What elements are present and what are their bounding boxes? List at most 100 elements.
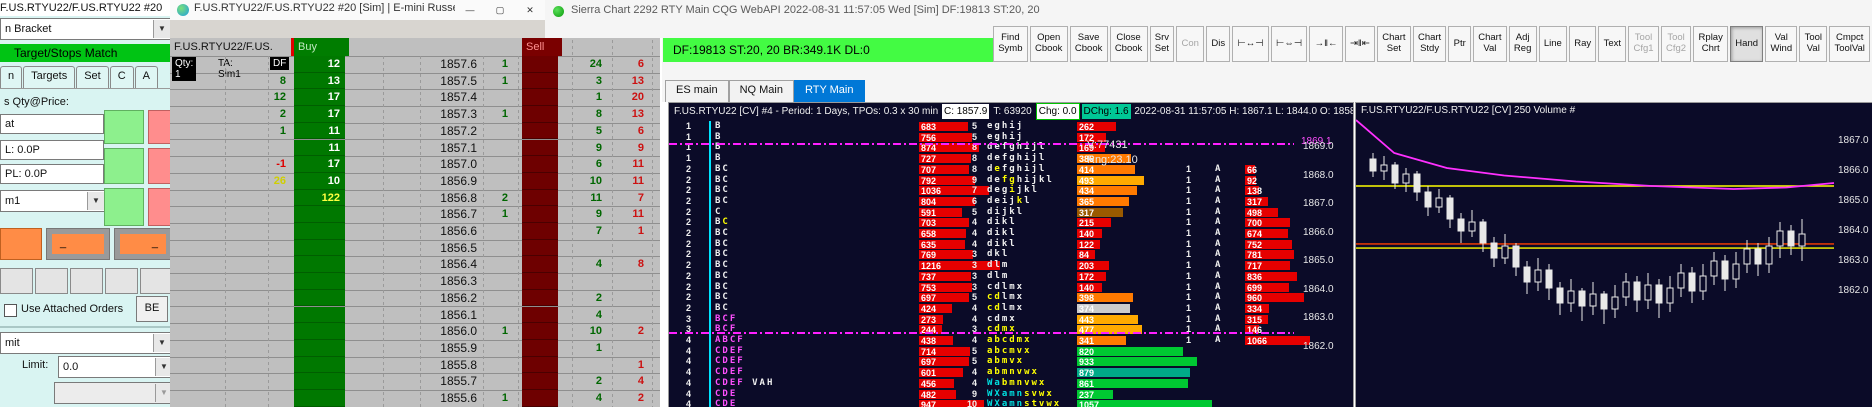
quick-button-4[interactable]	[105, 268, 138, 294]
sell-depth-cell[interactable]	[522, 323, 558, 340]
toolbar-button-val-wind[interactable]: Val Wind	[1765, 26, 1798, 62]
buy-column-header[interactable]: Buy	[294, 38, 349, 56]
account-combo[interactable]: m1 ▼	[0, 190, 106, 212]
sell-quick-button-3[interactable]	[148, 188, 172, 226]
flatten-button[interactable]	[0, 228, 42, 260]
price-cell[interactable]: 1856.9	[400, 173, 477, 190]
buy-depth-cell[interactable]	[294, 339, 345, 357]
loss-input[interactable]: L: 0.0P	[0, 140, 104, 160]
buy-depth-cell[interactable]	[294, 239, 345, 257]
volume-chart-window[interactable]: F.US.RTYU22/F.US.RTYU22 [CV] 250 Volume …	[1355, 102, 1872, 407]
shrink-width-icon[interactable]: →‖←	[1309, 26, 1343, 62]
buy-quick-button-2[interactable]	[104, 148, 144, 184]
expand-width-icon[interactable]: ⊢↔⊣	[1232, 26, 1269, 62]
buy-depth-cell[interactable]: 17	[294, 89, 345, 107]
maximize-button[interactable]: ▢	[485, 0, 515, 20]
buy-depth-cell[interactable]	[294, 323, 345, 340]
order-mode-combo[interactable]: mit ▼	[0, 332, 172, 354]
sell-depth-cell[interactable]	[522, 56, 558, 73]
chevron-down-icon[interactable]: ▼	[153, 20, 170, 38]
buy-depth-cell[interactable]	[294, 306, 345, 324]
chevron-down-icon[interactable]: ▼	[87, 192, 104, 210]
price-cell[interactable]: 1857.4	[400, 89, 477, 106]
tpo-chart-window[interactable]: F.US.RTYU22 [CV] #4 - Period: 1 Days, TP…	[668, 102, 1354, 407]
buy-depth-cell[interactable]: 12	[294, 56, 345, 73]
buy-depth-cell[interactable]: 11	[294, 139, 345, 157]
buy-depth-cell[interactable]	[294, 273, 345, 290]
toolbar-button-close-cbook[interactable]: Close Cbook	[1109, 26, 1148, 62]
sell-depth-cell[interactable]	[522, 139, 558, 157]
limit-price-combo[interactable]: 0.0 ▼	[58, 356, 174, 378]
price-cell[interactable]: 1857.2	[400, 123, 477, 140]
sell-depth-cell[interactable]	[522, 72, 558, 90]
price-cell[interactable]: 1856.5	[400, 240, 477, 257]
sell-depth-cell[interactable]	[522, 172, 558, 190]
price-cell[interactable]: 1855.9	[400, 340, 477, 357]
price-cell[interactable]: 1855.6	[400, 390, 477, 407]
trade-tab-n[interactable]: n	[0, 66, 23, 88]
toolbar-button-line[interactable]: Line	[1538, 26, 1568, 62]
sell-depth-cell[interactable]	[522, 156, 558, 173]
toolbar-button-hand[interactable]: Hand	[1730, 26, 1764, 62]
trade-tab-targets[interactable]: Targets	[23, 66, 76, 88]
quick-button-3[interactable]	[70, 268, 103, 294]
sell-depth-cell[interactable]	[522, 256, 558, 274]
toolbar-button-srv-set[interactable]: Srv Set	[1149, 26, 1175, 62]
toolbar-button-tool-cfg2[interactable]: Tool Cfg2	[1660, 26, 1692, 62]
buy-depth-cell[interactable]: 17	[294, 106, 345, 123]
price-cell[interactable]: 1856.0	[400, 323, 477, 340]
price-cell[interactable]: 1856.7	[400, 206, 477, 223]
sell-depth-cell[interactable]	[522, 206, 558, 223]
dom-titlebar[interactable]: F.US.RTYU22/F.US.RTYU22 #20 [Sim] | E-mi…	[170, 0, 545, 21]
buy-depth-cell[interactable]: 11	[294, 122, 345, 140]
price-cell[interactable]: 1857.6	[400, 56, 477, 73]
trade-tab-set[interactable]: Set	[76, 66, 109, 88]
sell-depth-cell[interactable]	[522, 373, 558, 390]
shrink-width-bold-icon[interactable]: ⇥‖⇤	[1344, 26, 1376, 62]
trade-tab-c[interactable]: C	[109, 66, 134, 88]
order-action-button-1[interactable]: _	[46, 228, 110, 260]
sell-depth-cell[interactable]	[522, 356, 558, 374]
use-attached-orders-checkbox[interactable]	[4, 304, 17, 317]
sell-depth-cell[interactable]	[522, 106, 558, 123]
toolbar-button-ray[interactable]: Ray	[1569, 26, 1597, 62]
sell-depth-cell[interactable]	[522, 390, 558, 407]
buy-depth-cell[interactable]: 122	[294, 189, 345, 207]
price-cell[interactable]: 1857.5	[400, 73, 477, 90]
trade-tab-a[interactable]: A	[134, 66, 159, 88]
buy-depth-cell[interactable]: 13	[294, 72, 345, 90]
tab-es-main[interactable]: ES main	[665, 80, 729, 102]
sell-depth-cell[interactable]	[522, 306, 558, 324]
price-cell[interactable]: 1856.1	[400, 307, 477, 324]
buy-depth-cell[interactable]	[294, 390, 345, 407]
sell-quick-button-2[interactable]	[148, 148, 172, 184]
quick-button-1[interactable]	[0, 268, 33, 294]
sell-depth-cell[interactable]	[522, 339, 558, 357]
profit-input[interactable]: PL: 0.0P	[0, 164, 104, 184]
buy-depth-cell[interactable]	[294, 223, 345, 240]
buy-depth-cell[interactable]: 10	[294, 172, 345, 190]
tab-rty-main[interactable]: RTY Main	[793, 80, 865, 102]
order-action-button-2[interactable]: _	[114, 228, 172, 260]
toolbar-button-ptr[interactable]: Ptr	[1448, 26, 1472, 62]
price-cell[interactable]: 1857.3	[400, 106, 477, 123]
sell-depth-cell[interactable]	[522, 89, 558, 107]
close-button[interactable]: ✕	[515, 0, 545, 20]
buy-depth-cell[interactable]	[294, 356, 345, 374]
buy-quick-button-3[interactable]	[104, 188, 144, 226]
sell-depth-cell[interactable]	[522, 239, 558, 257]
buy-quick-button-1[interactable]	[104, 110, 144, 144]
price-cell[interactable]: 1857.1	[400, 140, 477, 157]
toolbar-button-cmpct-toolval[interactable]: Cmpct ToolVal	[1829, 26, 1871, 62]
minimize-button[interactable]: —	[455, 0, 485, 20]
toolbar-button-tool-cfg1[interactable]: Tool Cfg1	[1628, 26, 1659, 62]
tpo-plot-area[interactable]: 1 B 683 5 eghij 262 1 B 756 5 eghij 172 1 B 874 8 defghi…	[669, 119, 1310, 407]
sell-depth-cell[interactable]	[522, 122, 558, 140]
toolbar-button-chart-stdy[interactable]: Chart Stdy	[1412, 26, 1447, 62]
order-type-combo[interactable]: n Bracket ▼	[0, 18, 172, 40]
sell-quick-button-1[interactable]	[148, 110, 172, 144]
expand-width-bold-icon[interactable]: ⊢⇔⊣	[1270, 26, 1308, 62]
toolbar-button-chart-set[interactable]: Chart Set	[1377, 26, 1411, 62]
sell-depth-cell[interactable]	[522, 289, 558, 307]
toolbar-button-adj-reg[interactable]: Adj Reg	[1508, 26, 1537, 62]
